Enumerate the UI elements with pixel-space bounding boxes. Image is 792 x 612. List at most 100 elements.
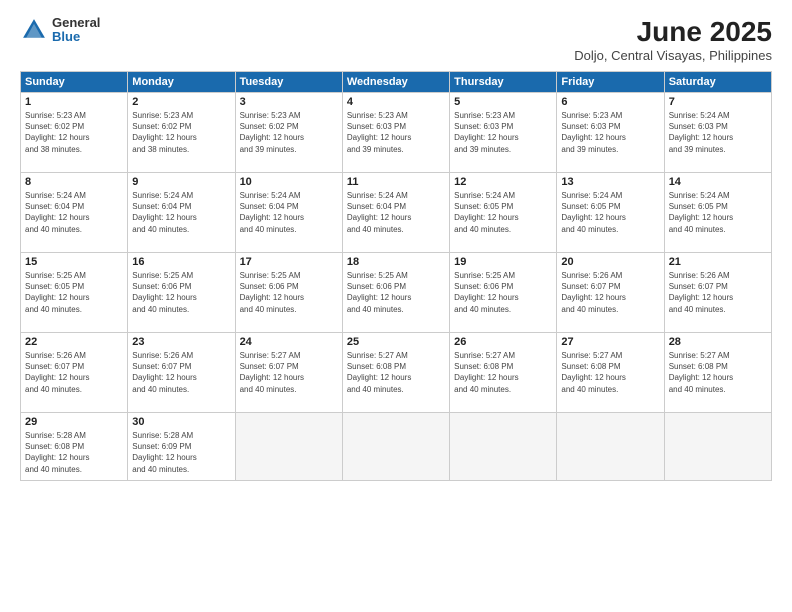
calendar-cell: 10Sunrise: 5:24 AM Sunset: 6:04 PM Dayli… — [235, 173, 342, 253]
day-number: 29 — [25, 416, 123, 428]
day-number: 12 — [454, 176, 552, 188]
calendar-cell: 9 Sunrise: 5:24 AM Sunset: 6:04 PM Daylig… — [128, 173, 235, 253]
day-number: 6 — [561, 96, 659, 108]
calendar-cell — [235, 413, 342, 481]
day-info: Sunrise: 5:26 AM Sunset: 6:07 PM Dayligh… — [561, 270, 659, 315]
calendar-cell: 19 Sunrise: 5:25 AM Sunset: 6:06 PM Dayli… — [450, 253, 557, 333]
calendar-table: Sunday Monday Tuesday Wednesday Thursday… — [20, 71, 772, 481]
day-info: Sunrise: 5:24 AM Sunset: 6:04 PM Dayligh… — [132, 190, 230, 235]
day-info: Sunrise: 5:28 AM Sunset: 6:08 PM Dayligh… — [25, 430, 123, 475]
calendar-cell — [342, 413, 449, 481]
calendar-cell: 27Sunrise: 5:27 AM Sunset: 6:08 PM Dayli… — [557, 333, 664, 413]
calendar-cell: 14 Sunrise: 5:24 AM Sunset: 6:05 PM Dayli… — [664, 173, 771, 253]
day-number: 22 — [25, 336, 123, 348]
day-info: Sunrise: 5:24 AM Sunset: 6:04 PM Dayligh… — [347, 190, 445, 235]
logo: General Blue — [20, 16, 100, 45]
day-info: Sunrise: 5:27 AM Sunset: 6:07 PM Dayligh… — [240, 350, 338, 395]
day-info: Sunrise: 5:23 AM Sunset: 6:02 PM Dayligh… — [25, 110, 123, 155]
calendar-cell — [557, 413, 664, 481]
day-info: Sunrise: 5:26 AM Sunset: 6:07 PM Dayligh… — [132, 350, 230, 395]
day-number: 30 — [132, 416, 230, 428]
calendar-cell: 3Sunrise: 5:23 AM Sunset: 6:02 PM Daylig… — [235, 93, 342, 173]
day-number: 9 — [132, 176, 230, 188]
header-friday: Friday — [557, 72, 664, 93]
calendar-row-4: 22 Sunrise: 5:26 AM Sunset: 6:07 PM Dayli… — [21, 333, 772, 413]
calendar-cell: 20 Sunrise: 5:26 AM Sunset: 6:07 PM Dayli… — [557, 253, 664, 333]
day-info: Sunrise: 5:27 AM Sunset: 6:08 PM Dayligh… — [669, 350, 767, 395]
header-sunday: Sunday — [21, 72, 128, 93]
logo-general: General — [52, 16, 100, 30]
day-info: Sunrise: 5:28 AM Sunset: 6:09 PM Dayligh… — [132, 430, 230, 475]
day-number: 8 — [25, 176, 123, 188]
calendar-cell: 28 Sunrise: 5:27 AM Sunset: 6:08 PM Dayli… — [664, 333, 771, 413]
logo-icon — [20, 16, 48, 44]
day-number: 19 — [454, 256, 552, 268]
calendar-cell: 4Sunrise: 5:23 AM Sunset: 6:03 PM Daylig… — [342, 93, 449, 173]
day-number: 5 — [454, 96, 552, 108]
day-number: 1 — [25, 96, 123, 108]
day-number: 24 — [240, 336, 338, 348]
calendar-cell: 11 Sunrise: 5:24 AM Sunset: 6:04 PM Dayli… — [342, 173, 449, 253]
day-number: 21 — [669, 256, 767, 268]
day-info: Sunrise: 5:24 AM Sunset: 6:04 PM Dayligh… — [240, 190, 338, 235]
calendar-cell: 25Sunrise: 5:27 AM Sunset: 6:08 PM Dayli… — [342, 333, 449, 413]
calendar-cell: 24 Sunrise: 5:27 AM Sunset: 6:07 PM Dayli… — [235, 333, 342, 413]
calendar-cell: 23Sunrise: 5:26 AM Sunset: 6:07 PM Dayli… — [128, 333, 235, 413]
calendar-cell: 6Sunrise: 5:23 AM Sunset: 6:03 PM Daylig… — [557, 93, 664, 173]
day-number: 17 — [240, 256, 338, 268]
month-title: June 2025 — [574, 16, 772, 48]
header-wednesday: Wednesday — [342, 72, 449, 93]
header: General Blue June 2025 Doljo, Central Vi… — [20, 16, 772, 63]
day-number: 3 — [240, 96, 338, 108]
header-tuesday: Tuesday — [235, 72, 342, 93]
day-number: 14 — [669, 176, 767, 188]
day-info: Sunrise: 5:24 AM Sunset: 6:05 PM Dayligh… — [669, 190, 767, 235]
weekday-header-row: Sunday Monday Tuesday Wednesday Thursday… — [21, 72, 772, 93]
day-info: Sunrise: 5:25 AM Sunset: 6:06 PM Dayligh… — [132, 270, 230, 315]
calendar-cell: 21 Sunrise: 5:26 AM Sunset: 6:07 PM Dayli… — [664, 253, 771, 333]
day-number: 28 — [669, 336, 767, 348]
day-number: 15 — [25, 256, 123, 268]
day-number: 18 — [347, 256, 445, 268]
calendar-cell: 15Sunrise: 5:25 AM Sunset: 6:05 PM Dayli… — [21, 253, 128, 333]
day-info: Sunrise: 5:25 AM Sunset: 6:06 PM Dayligh… — [240, 270, 338, 315]
day-number: 26 — [454, 336, 552, 348]
title-block: June 2025 Doljo, Central Visayas, Philip… — [574, 16, 772, 63]
day-info: Sunrise: 5:25 AM Sunset: 6:06 PM Dayligh… — [454, 270, 552, 315]
logo-blue: Blue — [52, 30, 100, 44]
calendar-cell: 17 Sunrise: 5:25 AM Sunset: 6:06 PM Dayli… — [235, 253, 342, 333]
calendar-row-1: 1 Sunrise: 5:23 AM Sunset: 6:02 PM Daylig… — [21, 93, 772, 173]
calendar-cell: 22 Sunrise: 5:26 AM Sunset: 6:07 PM Dayli… — [21, 333, 128, 413]
calendar-cell: 16Sunrise: 5:25 AM Sunset: 6:06 PM Dayli… — [128, 253, 235, 333]
day-number: 13 — [561, 176, 659, 188]
day-info: Sunrise: 5:27 AM Sunset: 6:08 PM Dayligh… — [454, 350, 552, 395]
day-number: 27 — [561, 336, 659, 348]
day-info: Sunrise: 5:26 AM Sunset: 6:07 PM Dayligh… — [669, 270, 767, 315]
header-monday: Monday — [128, 72, 235, 93]
day-info: Sunrise: 5:24 AM Sunset: 6:05 PM Dayligh… — [454, 190, 552, 235]
header-saturday: Saturday — [664, 72, 771, 93]
calendar-cell: 29 Sunrise: 5:28 AM Sunset: 6:08 PM Dayli… — [21, 413, 128, 481]
calendar-cell: 18 Sunrise: 5:25 AM Sunset: 6:06 PM Dayli… — [342, 253, 449, 333]
calendar-cell: 26 Sunrise: 5:27 AM Sunset: 6:08 PM Dayli… — [450, 333, 557, 413]
day-info: Sunrise: 5:24 AM Sunset: 6:04 PM Dayligh… — [25, 190, 123, 235]
calendar-row-5: 29 Sunrise: 5:28 AM Sunset: 6:08 PM Dayli… — [21, 413, 772, 481]
day-number: 11 — [347, 176, 445, 188]
header-thursday: Thursday — [450, 72, 557, 93]
day-number: 7 — [669, 96, 767, 108]
calendar-cell: 13Sunrise: 5:24 AM Sunset: 6:05 PM Dayli… — [557, 173, 664, 253]
calendar-cell — [664, 413, 771, 481]
logo-text: General Blue — [52, 16, 100, 45]
calendar-cell: 2Sunrise: 5:23 AM Sunset: 6:02 PM Daylig… — [128, 93, 235, 173]
day-info: Sunrise: 5:25 AM Sunset: 6:06 PM Dayligh… — [347, 270, 445, 315]
location-title: Doljo, Central Visayas, Philippines — [574, 48, 772, 63]
calendar-cell: 12 Sunrise: 5:24 AM Sunset: 6:05 PM Dayli… — [450, 173, 557, 253]
day-info: Sunrise: 5:23 AM Sunset: 6:03 PM Dayligh… — [347, 110, 445, 155]
day-number: 25 — [347, 336, 445, 348]
day-number: 20 — [561, 256, 659, 268]
calendar-cell: 30 Sunrise: 5:28 AM Sunset: 6:09 PM Dayli… — [128, 413, 235, 481]
day-info: Sunrise: 5:26 AM Sunset: 6:07 PM Dayligh… — [25, 350, 123, 395]
calendar-cell: 8 Sunrise: 5:24 AM Sunset: 6:04 PM Daylig… — [21, 173, 128, 253]
calendar-row-2: 8 Sunrise: 5:24 AM Sunset: 6:04 PM Daylig… — [21, 173, 772, 253]
day-info: Sunrise: 5:23 AM Sunset: 6:03 PM Dayligh… — [454, 110, 552, 155]
